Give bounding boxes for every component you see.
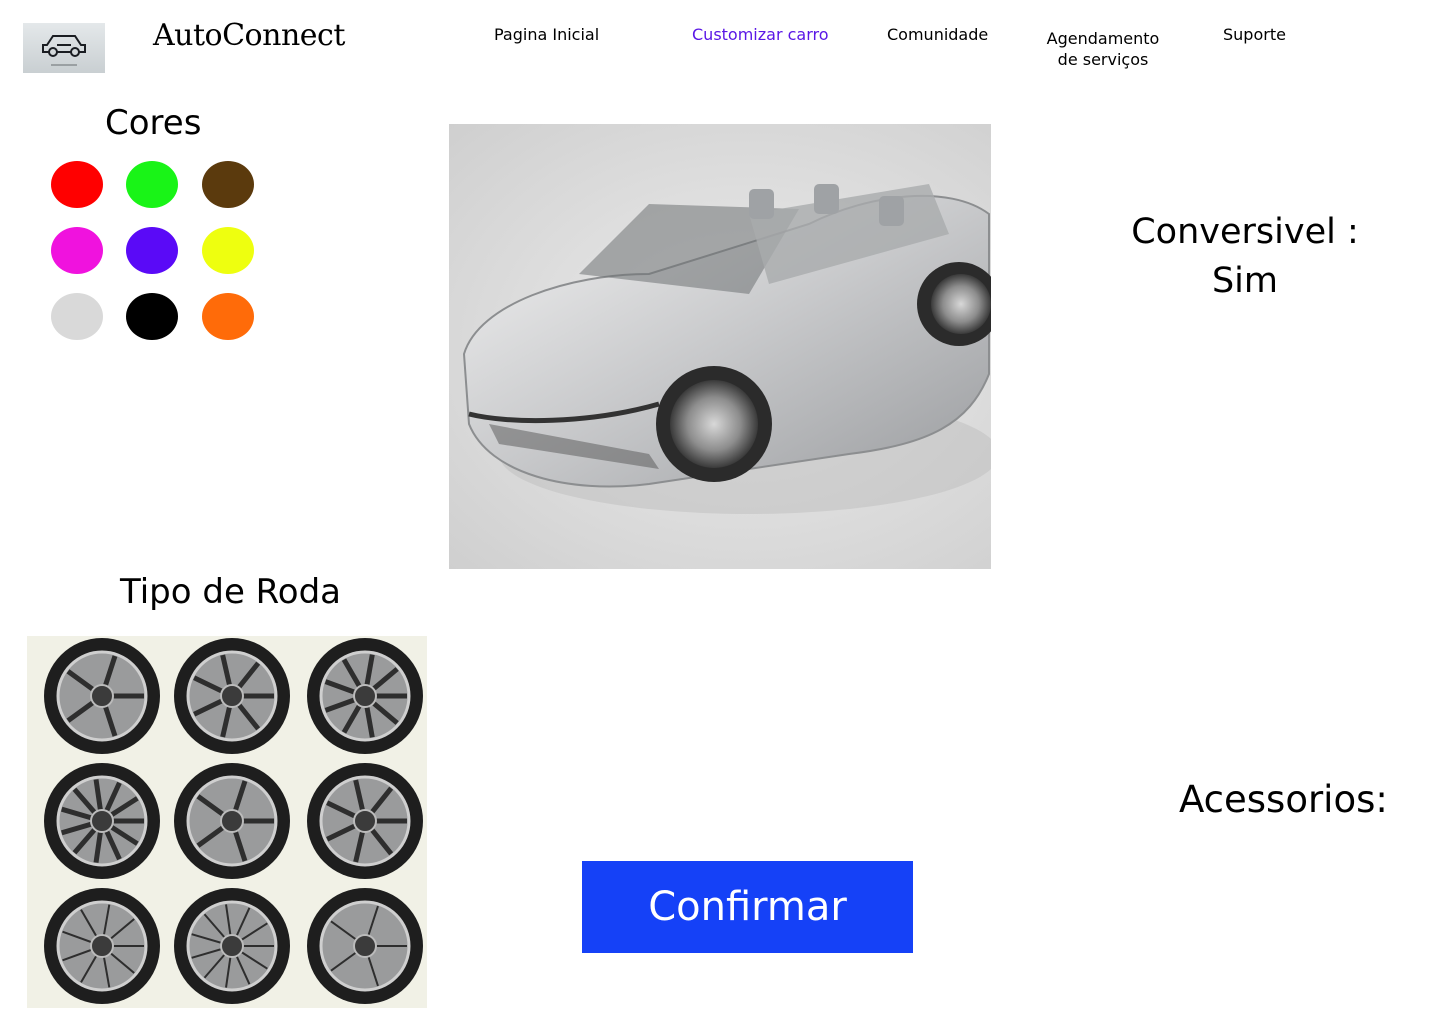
wheel-option[interactable] <box>174 638 290 754</box>
convertible-status: Conversivel : Sim <box>1130 208 1360 306</box>
wheel-option[interactable] <box>307 763 423 879</box>
wheel-option[interactable] <box>307 888 423 1004</box>
convertible-value[interactable]: Sim <box>1130 257 1360 306</box>
wheel-option[interactable] <box>174 763 290 879</box>
nav-service-scheduling[interactable]: Agendamento de serviços <box>1044 28 1162 70</box>
nav-community[interactable]: Comunidade <box>887 25 988 44</box>
colors-title: Cores <box>105 103 202 143</box>
wheel-option[interactable] <box>44 888 160 1004</box>
wheel-option[interactable] <box>44 763 160 879</box>
wheel-options-image[interactable] <box>27 636 427 1008</box>
accessories-title: Acessorios: <box>1179 778 1388 821</box>
color-swatch[interactable] <box>126 161 178 208</box>
color-swatch[interactable] <box>202 293 254 340</box>
color-swatch[interactable] <box>51 227 103 274</box>
wheel-option[interactable] <box>44 638 160 754</box>
nav-customize-car[interactable]: Customizar carro <box>692 25 829 44</box>
wheel-option[interactable] <box>174 888 290 1004</box>
color-swatch[interactable] <box>202 227 254 274</box>
confirm-button[interactable]: Confirmar <box>582 861 913 953</box>
color-swatch[interactable] <box>126 293 178 340</box>
color-swatch[interactable] <box>202 161 254 208</box>
wheel-type-title: Tipo de Roda <box>120 572 341 612</box>
color-swatch[interactable] <box>51 161 103 208</box>
convertible-car-image <box>449 124 991 569</box>
convertible-label: Conversivel : <box>1131 212 1359 252</box>
brand-name: AutoConnect <box>153 18 345 53</box>
logo-icon[interactable] <box>23 23 105 73</box>
wheel-option[interactable] <box>307 638 423 754</box>
color-swatch[interactable] <box>126 227 178 274</box>
nav-home[interactable]: Pagina Inicial <box>494 25 599 44</box>
nav-support[interactable]: Suporte <box>1223 25 1286 44</box>
color-swatch[interactable] <box>51 293 103 340</box>
